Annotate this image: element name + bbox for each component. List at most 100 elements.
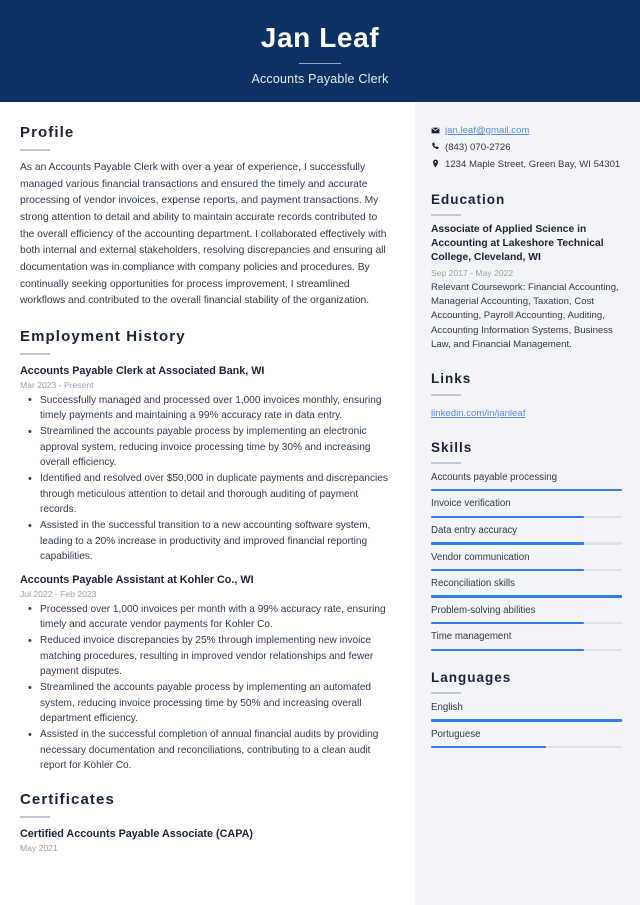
job-bullet: Identified and resolved over $50,000 in … — [22, 471, 393, 517]
candidate-job-title: Accounts Payable Clerk — [251, 72, 389, 87]
certificates-section: Certificates Certified Accounts Payable … — [20, 791, 393, 853]
job-bullet-list: Processed over 1,000 invoices per month … — [22, 601, 393, 774]
phone-icon — [431, 141, 445, 152]
heading-underline — [431, 213, 461, 216]
certificate-entry: Certified Accounts Payable Associate (CA… — [20, 827, 393, 853]
skill-level-track — [431, 595, 622, 598]
skill-level-track — [431, 648, 622, 651]
contact-address-value: 1234 Maple Street, Green Bay, WI 54301 — [445, 158, 621, 170]
skill-level-fill — [431, 621, 584, 625]
skill-item: Vendor communication — [431, 551, 622, 572]
heading-underline — [20, 149, 50, 151]
skills-heading: Skills — [431, 439, 473, 455]
skill-item: Problem-solving abilities — [431, 604, 622, 625]
job-title: Accounts Payable Clerk at Associated Ban… — [20, 365, 265, 378]
envelope-icon — [431, 124, 445, 135]
job-bullet: Streamlined the accounts payable process… — [22, 680, 393, 726]
skill-item: Reconciliation skills — [431, 577, 622, 598]
heading-underline — [431, 692, 461, 695]
job-bullet: Reduced invoice discrepancies by 25% thr… — [22, 633, 393, 679]
language-level-fill — [431, 719, 622, 722]
job-bullet: Processed over 1,000 invoices per month … — [22, 601, 393, 633]
job-bullet: Successfully managed and processed over … — [22, 392, 393, 424]
heading-underline — [431, 393, 461, 396]
location-pin-icon — [431, 158, 445, 169]
contact-email-row: jan.leaf@gmail.com — [431, 124, 622, 138]
job-date-range: Mar 2023 - Present — [20, 379, 94, 390]
skill-label: Data entry accuracy — [431, 525, 518, 537]
skill-level-fill — [431, 648, 584, 651]
skill-label: Vendor communication — [431, 551, 530, 563]
profile-section: Profile As an Accounts Payable Clerk wit… — [20, 124, 393, 310]
employment-history-heading: Employment History — [20, 328, 186, 346]
resume-body: Profile As an Accounts Payable Clerk wit… — [0, 102, 640, 905]
skill-level-fill — [431, 595, 622, 598]
languages-heading: Languages — [431, 670, 512, 685]
language-level-fill — [431, 745, 546, 749]
skill-level-track — [431, 515, 622, 519]
language-label: Portuguese — [431, 728, 481, 740]
contact-phone-row: (843) 070-2726 — [431, 141, 622, 155]
skill-item: Accounts payable processing — [431, 471, 622, 492]
skill-label: Invoice verification — [431, 498, 511, 510]
skill-level-track — [431, 568, 622, 572]
education-description: Relevant Coursework: Financial Accountin… — [431, 281, 619, 351]
skill-level-fill — [431, 568, 584, 572]
certificates-heading: Certificates — [20, 791, 115, 809]
certificate-title: Certified Accounts Payable Associate (CA… — [20, 828, 253, 841]
language-item: English — [431, 701, 622, 722]
language-item: Portuguese — [431, 728, 622, 749]
skill-level-fill — [431, 542, 584, 545]
contact-info-list: jan.leaf@gmail.com (843) 070-2726 1234 M… — [431, 124, 622, 172]
links-heading: Links — [431, 371, 472, 387]
certificate-date: May 2021 — [20, 842, 58, 853]
education-section: Education Associate of Applied Science i… — [431, 192, 622, 353]
education-entry: Associate of Applied Science in Accounti… — [431, 223, 622, 353]
skills-section: Skills Accounts payable processing Invoi… — [431, 440, 622, 651]
skill-level-track — [431, 542, 622, 545]
contact-phone-value: (843) 070-2726 — [445, 141, 511, 153]
skill-label: Accounts payable processing — [431, 471, 558, 483]
resume-page: Jan Leaf Accounts Payable Clerk Profile … — [0, 0, 640, 905]
skill-item: Time management — [431, 630, 622, 651]
candidate-name: Jan Leaf — [260, 21, 380, 53]
skill-label: Reconciliation skills — [431, 578, 515, 590]
job-bullet-list: Successfully managed and processed over … — [22, 392, 393, 565]
header-divider — [299, 63, 341, 65]
employment-history-section: Employment History Accounts Payable Cler… — [20, 328, 393, 773]
heading-underline — [20, 353, 50, 356]
language-label: English — [431, 702, 463, 714]
job-bullet: Assisted in the successful completion of… — [22, 727, 393, 773]
job-entry: Accounts Payable Assistant at Kohler Co.… — [20, 573, 393, 773]
skill-level-fill — [431, 488, 622, 492]
skill-label: Problem-solving abilities — [431, 604, 536, 616]
main-column: Profile As an Accounts Payable Clerk wit… — [0, 102, 415, 905]
linkedin-link[interactable]: linkedin.com/in/janleaf — [431, 408, 525, 419]
job-bullet: Streamlined the accounts payable process… — [22, 424, 393, 470]
job-bullet: Assisted in the successful transition to… — [22, 518, 393, 564]
job-title: Accounts Payable Assistant at Kohler Co.… — [20, 574, 254, 587]
languages-section: Languages English Portuguese — [431, 670, 622, 749]
skill-level-fill — [431, 515, 584, 519]
education-heading: Education — [431, 191, 506, 207]
contact-address-row: 1234 Maple Street, Green Bay, WI 54301 — [431, 158, 622, 172]
profile-text: As an Accounts Payable Clerk with over a… — [20, 162, 387, 307]
language-level-track — [431, 719, 622, 722]
job-entry: Accounts Payable Clerk at Associated Ban… — [20, 364, 393, 564]
sidebar-column: jan.leaf@gmail.com (843) 070-2726 1234 M… — [415, 102, 640, 905]
links-section: Links linkedin.com/in/janleaf — [431, 371, 622, 420]
skill-item: Data entry accuracy — [431, 524, 622, 545]
resume-header-banner: Jan Leaf Accounts Payable Clerk — [0, 0, 640, 102]
heading-underline — [431, 461, 461, 464]
skill-level-track — [431, 488, 622, 492]
language-level-track — [431, 745, 622, 749]
education-date-range: Sep 2017 - May 2022 — [431, 267, 514, 278]
skill-item: Invoice verification — [431, 497, 622, 519]
heading-underline — [20, 816, 50, 819]
email-link[interactable]: jan.leaf@gmail.com — [445, 125, 529, 136]
profile-heading: Profile — [20, 124, 75, 141]
skill-label: Time management — [431, 631, 512, 643]
contact-email-value: jan.leaf@gmail.com — [445, 124, 622, 138]
education-degree: Associate of Applied Science in Accounti… — [431, 223, 604, 264]
skill-level-track — [431, 621, 622, 625]
